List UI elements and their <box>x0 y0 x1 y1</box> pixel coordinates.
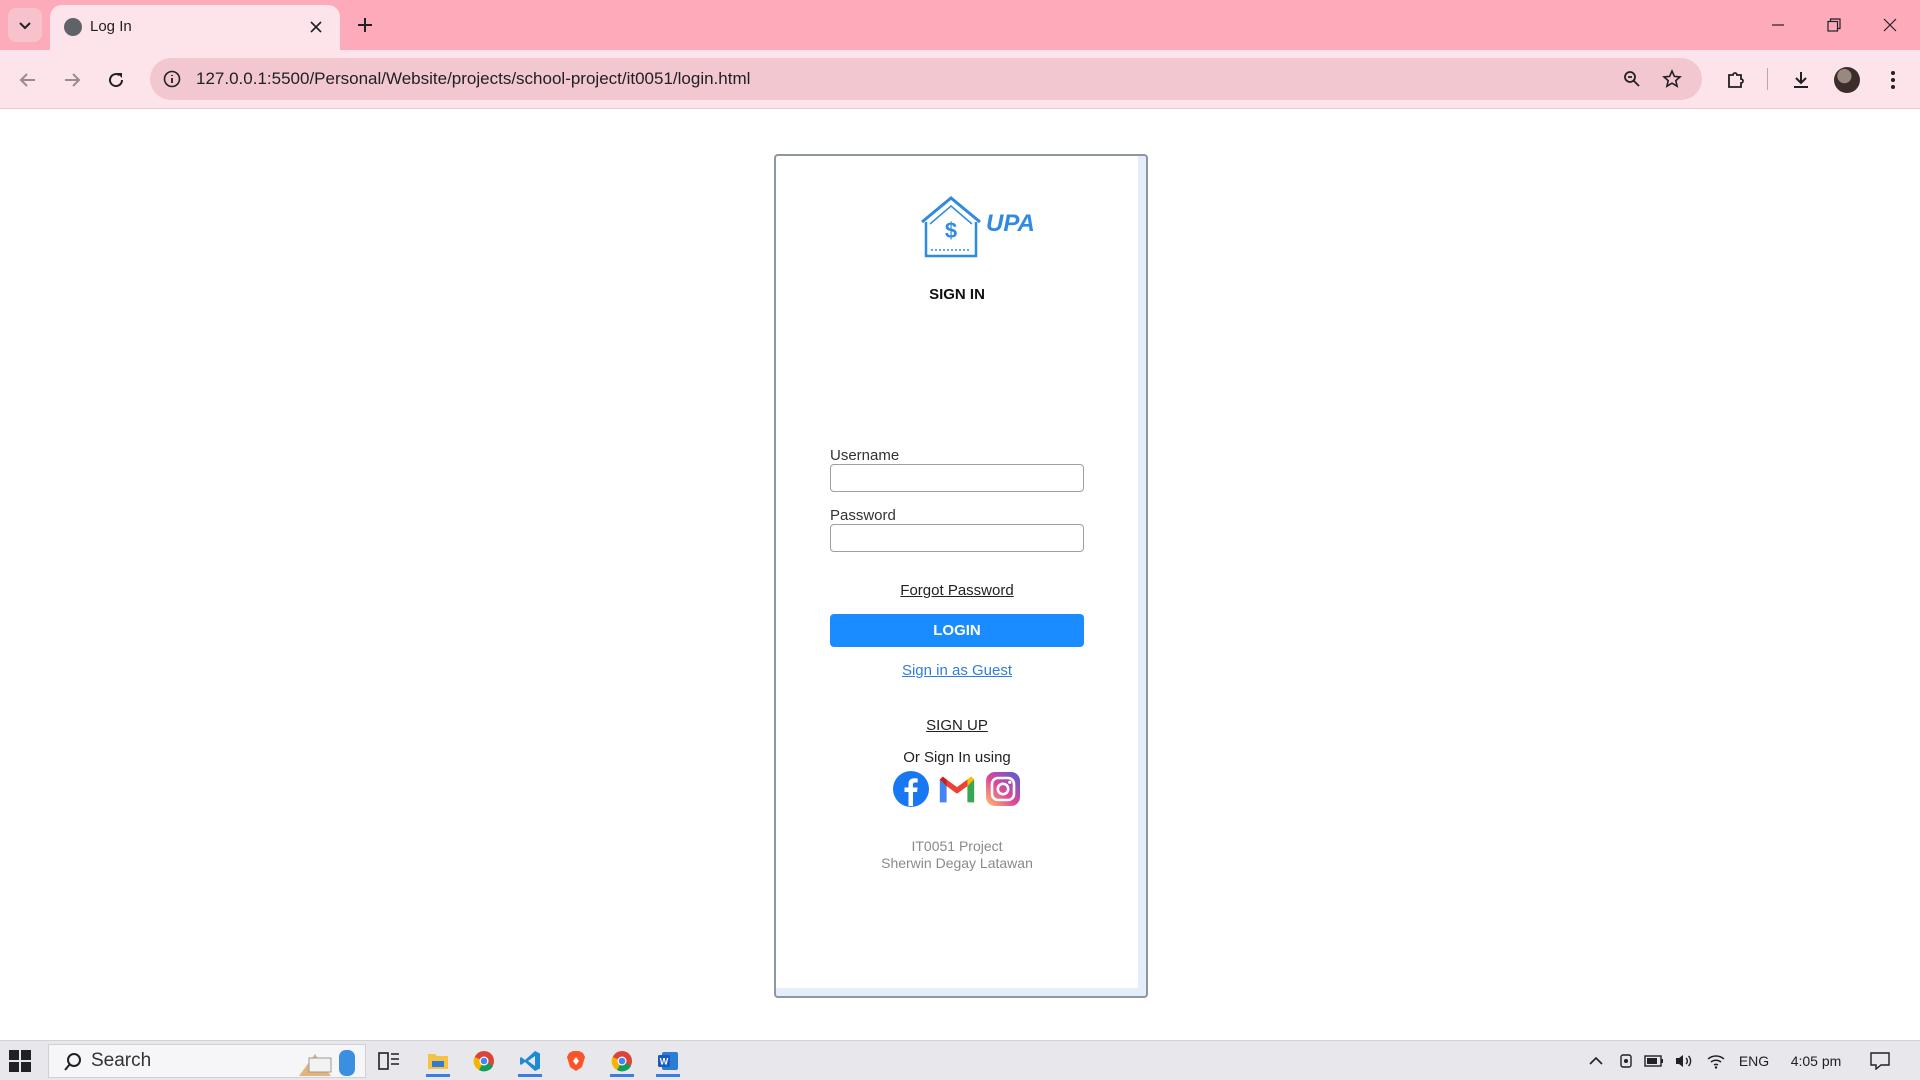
wifi-icon[interactable] <box>1704 1049 1728 1073</box>
arrow-left-icon <box>19 73 35 87</box>
active-tab[interactable]: Log In <box>50 5 340 50</box>
task-view-icon[interactable] <box>371 1045 407 1077</box>
minimize-button[interactable] <box>1750 0 1806 50</box>
instagram-icon[interactable] <box>984 770 1022 808</box>
signup-link[interactable]: SIGN UP <box>776 717 1138 734</box>
active-indicator <box>426 1074 450 1077</box>
plus-icon <box>358 18 372 32</box>
download-glyph <box>1794 72 1808 88</box>
tab-strip: Log In <box>0 0 1920 50</box>
tab-search-button[interactable] <box>8 8 42 42</box>
battery-icon[interactable] <box>1642 1049 1666 1073</box>
notification-center-icon[interactable] <box>1866 1049 1894 1073</box>
gmail-icon[interactable] <box>938 770 976 808</box>
clock[interactable]: 4:05 pm <box>1784 1049 1848 1073</box>
svg-text:$: $ <box>945 218 957 243</box>
search-icon <box>64 1053 81 1071</box>
chrome-active-icon[interactable] <box>604 1045 640 1077</box>
profile-avatar[interactable] <box>1834 67 1860 93</box>
arrow-right-icon <box>65 73 81 87</box>
house-dollar-logo-icon: $ <box>921 196 981 258</box>
url-text: 127.0.0.1:5500/Personal/Website/projects… <box>196 69 751 88</box>
zoom-icon[interactable] <box>1620 67 1644 91</box>
guest-signin-link[interactable]: Sign in as Guest <box>776 662 1138 679</box>
login-card: $ UPA SIGN IN Username Password Forgot P… <box>774 154 1148 998</box>
tray-overflow-icon[interactable] <box>1584 1049 1608 1073</box>
taskbar-search[interactable]: Search <box>48 1044 366 1078</box>
window-close-button[interactable] <box>1862 0 1918 50</box>
brave-icon[interactable] <box>558 1045 594 1077</box>
bookmark-star-icon[interactable] <box>1660 67 1684 91</box>
browser-toolbar: 127.0.0.1:5500/Personal/Website/projects… <box>0 50 1920 109</box>
search-highlight-icon <box>299 1050 355 1076</box>
forward-button[interactable] <box>54 62 90 98</box>
kebab-glyph <box>1891 71 1895 89</box>
windows-start-icon[interactable] <box>8 1049 32 1073</box>
footer-author: Sherwin Degay Latawan <box>881 855 1033 871</box>
close-icon <box>1883 18 1897 32</box>
svg-text:W: W <box>660 1057 669 1067</box>
site-info-icon[interactable] <box>160 67 184 91</box>
vscode-icon[interactable] <box>512 1045 548 1077</box>
active-indicator <box>518 1074 542 1077</box>
facebook-icon[interactable] <box>892 770 930 808</box>
social-login-row <box>776 770 1138 808</box>
username-input[interactable] <box>830 464 1084 492</box>
menu-icon[interactable] <box>1878 65 1908 95</box>
address-bar[interactable]: 127.0.0.1:5500/Personal/Website/projects… <box>150 58 1702 100</box>
puzzle-glyph <box>1728 72 1744 88</box>
extensions-icon[interactable] <box>1721 65 1751 95</box>
restore-icon <box>1827 18 1841 32</box>
password-input[interactable] <box>830 524 1084 552</box>
windows-taskbar: Search W ENG 4:05 pm <box>0 1040 1920 1080</box>
back-button[interactable] <box>10 62 46 98</box>
new-tab-button[interactable] <box>350 10 380 40</box>
or-sign-in-text: Or Sign In using <box>903 749 1011 766</box>
chrome-icon[interactable] <box>466 1045 502 1077</box>
word-icon[interactable]: W <box>650 1045 686 1077</box>
active-indicator <box>610 1074 634 1077</box>
star-glyph <box>1662 69 1682 88</box>
login-button[interactable]: LOGIN <box>830 614 1084 647</box>
restore-button[interactable] <box>1806 0 1862 50</box>
active-indicator <box>656 1074 680 1077</box>
zoom-glyph <box>1624 71 1640 87</box>
page-title: SIGN IN <box>929 286 985 303</box>
close-icon <box>310 21 322 33</box>
username-label: Username <box>830 447 900 464</box>
password-label: Password <box>830 507 896 524</box>
info-glyph <box>163 70 181 88</box>
chevron-down-icon <box>19 22 31 30</box>
toolbar-divider <box>1767 68 1768 90</box>
tab-title: Log In <box>90 18 132 35</box>
taskbar-search-label: Search <box>91 1050 152 1071</box>
downloads-icon[interactable] <box>1786 65 1816 95</box>
volume-icon[interactable] <box>1672 1049 1696 1073</box>
meet-now-icon[interactable] <box>1614 1049 1638 1073</box>
language-indicator[interactable]: ENG <box>1736 1049 1772 1073</box>
file-explorer-icon[interactable] <box>420 1045 456 1077</box>
reload-icon <box>109 73 124 88</box>
globe-icon <box>64 18 82 36</box>
minimize-icon <box>1772 24 1784 26</box>
forgot-password-link[interactable]: Forgot Password <box>776 582 1138 599</box>
reload-button[interactable] <box>98 62 134 98</box>
footer-project: IT0051 Project <box>911 838 1003 854</box>
logo-text: UPA <box>986 210 1035 237</box>
tab-close-button[interactable] <box>304 15 328 39</box>
